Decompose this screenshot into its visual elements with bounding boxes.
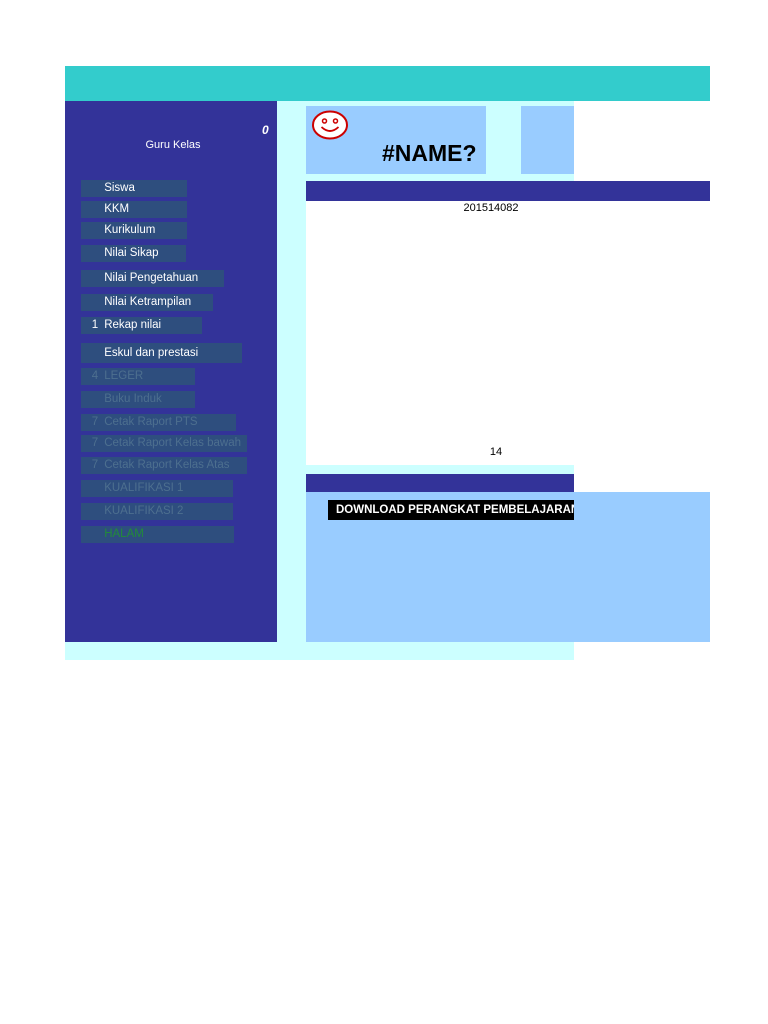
menu-item-nilai-ketrampilan[interactable]: Nilai Ketrampilan: [81, 294, 213, 311]
info-panel: [306, 201, 574, 465]
menu-item-kkm[interactable]: KKM: [81, 201, 187, 218]
download-button[interactable]: DOWNLOAD PERANGKAT PEMBELAJARAN: [328, 500, 574, 520]
side-box: [521, 106, 574, 174]
menu-label: Cetak Raport Kelas Atas: [104, 459, 230, 471]
menu-item-halaman[interactable]: HALAM: [81, 526, 234, 543]
menu-icon: 1: [91, 319, 99, 331]
menu-label: Nilai Ketrampilan: [104, 296, 192, 308]
header-bar: [306, 181, 710, 201]
menu-item-kualifikasi-1[interactable]: KUALIFIKASI 1: [81, 480, 233, 497]
menu-item-rekap-nilai[interactable]: 1 Rekap nilai: [81, 317, 202, 334]
menu-label: KUALIFIKASI 1: [104, 482, 184, 494]
id-code: 201514082: [463, 202, 519, 214]
menu-item-nilai-sikap[interactable]: Nilai Sikap: [81, 245, 186, 262]
menu-item-cetak-raport-kelas-bawah[interactable]: 7 Cetak Raport Kelas bawah: [81, 435, 247, 452]
menu-label: Cetak Raport Kelas bawah: [104, 437, 242, 449]
top-bar: [65, 66, 710, 101]
smiley-icon: [312, 110, 348, 140]
menu-item-leger[interactable]: 4 LEGER: [81, 368, 195, 385]
menu-item-cetak-raport-kelas-atas[interactable]: 7 Cetak Raport Kelas Atas: [81, 457, 247, 474]
zero-value: 0: [262, 123, 269, 137]
menu-label: HALAM: [104, 528, 144, 540]
menu-item-nilai-pengetahuan[interactable]: Nilai Pengetahuan: [81, 270, 224, 287]
menu-label: Siswa: [104, 182, 135, 194]
menu-label: Nilai Sikap: [104, 247, 159, 259]
menu-item-kualifikasi-2[interactable]: KUALIFIKASI 2: [81, 503, 233, 520]
count-value: 14: [489, 446, 503, 458]
section-bar: [306, 474, 574, 492]
menu-item-buku-induk[interactable]: Buku Induk: [81, 391, 195, 408]
menu-label: Cetak Raport PTS: [104, 416, 198, 428]
user-name: #NAME?: [382, 140, 477, 166]
menu-label: Kurikulum: [104, 224, 156, 236]
menu-label: Eskul dan prestasi: [104, 347, 199, 359]
bottom-strip: [65, 642, 574, 660]
menu-item-eskul-prestasi[interactable]: Eskul dan prestasi: [81, 343, 242, 363]
menu-label: Rekap nilai: [104, 319, 162, 331]
menu-label: KKM: [104, 203, 130, 215]
menu-icon: 4: [91, 370, 99, 382]
menu-item-cetak-raport-pts[interactable]: 7 Cetak Raport PTS: [81, 414, 236, 431]
menu-icon: 7: [91, 437, 99, 449]
menu-label: Nilai Pengetahuan: [104, 272, 199, 284]
menu-label: Buku Induk: [104, 393, 162, 405]
menu-label: LEGER: [104, 370, 144, 382]
menu-icon: 7: [91, 416, 99, 428]
menu-item-kurikulum[interactable]: Kurikulum: [81, 222, 187, 239]
menu-icon: 7: [91, 459, 99, 471]
role-label: Guru Kelas: [145, 139, 201, 151]
menu-item-siswa[interactable]: Siswa: [81, 180, 187, 197]
download-label: DOWNLOAD PERANGKAT PEMBELAJARAN: [336, 504, 574, 516]
menu-label: KUALIFIKASI 2: [104, 505, 184, 517]
